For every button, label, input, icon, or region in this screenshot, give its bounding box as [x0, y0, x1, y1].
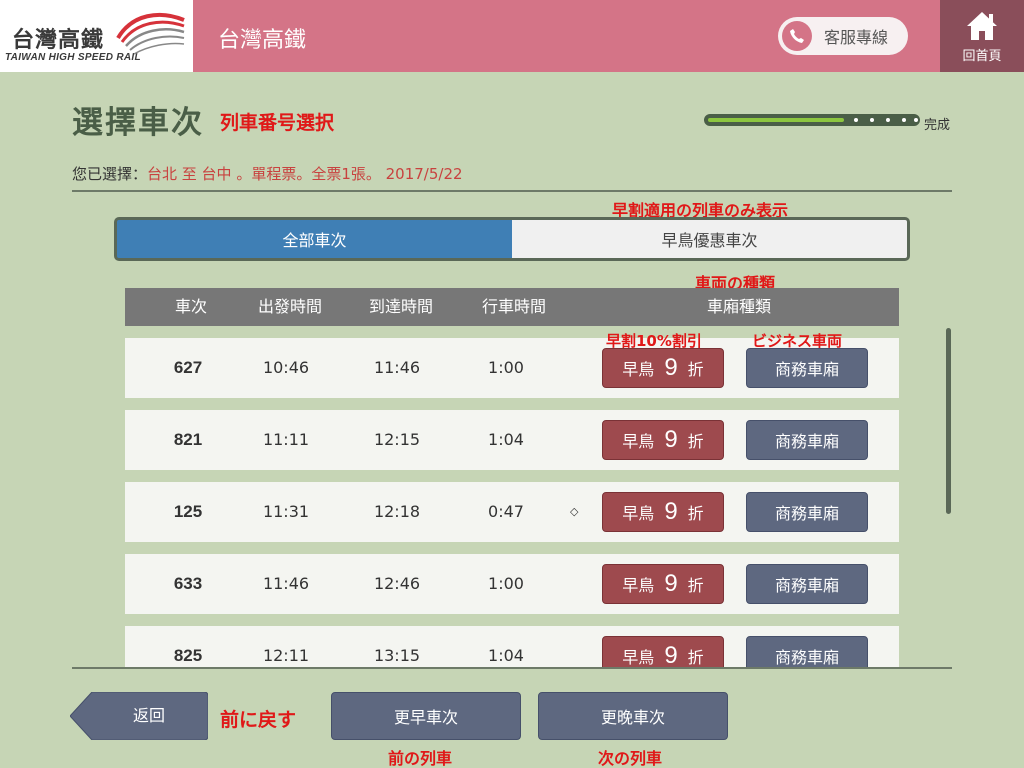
thsr-logo[interactable]: 台灣高鐵 TAIWAN HIGH SPEED RAIL: [0, 0, 193, 72]
home-label: 回首頁: [962, 49, 1002, 64]
discount-unit: 折: [687, 648, 704, 667]
selection-summary: 您已選擇：台北 至 台中 。單程票。全票1張。 2017/5/22: [72, 163, 463, 184]
header-departure-time: 出發時間: [258, 297, 323, 316]
back-label: 返回: [132, 706, 165, 725]
discount-number: 9: [664, 642, 678, 667]
departure-time: 10:46: [262, 358, 310, 377]
progress-complete-label: 完成: [924, 118, 951, 133]
table-row[interactable]: 633 11:46 12:46 1:00 早鳥 9 折 商務車廂: [125, 554, 899, 614]
travel-duration: 1:00: [488, 574, 524, 593]
tab-early-bird-trains[interactable]: 早鳥優惠車次: [512, 220, 907, 258]
table-row[interactable]: 825 12:11 13:15 1:04 早鳥 9 折 商務車廂: [125, 626, 899, 667]
header-arrival-time: 到達時間: [369, 297, 434, 316]
train-filter-tabs: 全部車次 早鳥優惠車次: [114, 217, 910, 261]
discount-number: 9: [664, 426, 678, 453]
discount-number: 9: [664, 498, 678, 525]
divider: [72, 667, 952, 669]
departure-time: 12:11: [262, 646, 310, 665]
phone-icon: [782, 21, 812, 51]
arrival-time: 13:15: [373, 646, 421, 665]
earlier-annotation: 前の列車: [388, 749, 453, 768]
divider: [72, 190, 952, 192]
thsr-logo-icon: [116, 12, 185, 55]
back-annotation: 前に戻す: [220, 709, 297, 731]
early-bird-label: 早鳥: [622, 432, 655, 451]
discount-number: 9: [664, 570, 678, 597]
home-button[interactable]: 回首頁: [940, 0, 1024, 72]
selection-value: 台北 至 台中 。單程票。全票1張。 2017/5/22: [147, 165, 463, 183]
later-trains-button[interactable]: 更晚車次: [538, 692, 728, 740]
progress-bar: [704, 114, 920, 126]
page-title: 選擇車次: [72, 105, 204, 141]
arrival-time: 12:46: [373, 574, 421, 593]
header-car-type: 車廂種類: [707, 297, 772, 316]
departure-time: 11:31: [262, 502, 310, 521]
departure-time: 11:46: [262, 574, 310, 593]
train-number: 125: [173, 502, 203, 521]
train-number: 825: [173, 646, 203, 665]
progress-step-dot: [902, 118, 906, 122]
arrival-time: 12:18: [373, 502, 421, 521]
early-bird-label: 早鳥: [622, 360, 655, 379]
customer-service-button[interactable]: 客服專線: [778, 17, 908, 55]
departure-time: 11:11: [262, 430, 310, 449]
early-bird-fare-button[interactable]: 早鳥 9 折: [602, 564, 724, 604]
early-bird-fare-button[interactable]: 早鳥 9 折: [602, 420, 724, 460]
table-row[interactable]: 125 11:31 12:18 0:47 ◇ 早鳥 9 折 商務車廂: [125, 482, 899, 542]
header-duration: 行車時間: [482, 297, 547, 316]
progress-step-dot: [854, 118, 858, 122]
progress-step-dot: [914, 118, 918, 122]
early-discount-annotation: 早割10%割引: [606, 332, 702, 350]
arrival-time: 12:15: [373, 430, 421, 449]
travel-duration: 0:47: [488, 502, 524, 521]
later-annotation: 次の列車: [598, 749, 663, 768]
business-class-button[interactable]: 商務車廂: [746, 492, 868, 532]
business-class-button[interactable]: 商務車廂: [746, 348, 868, 388]
business-class-button[interactable]: 商務車廂: [746, 564, 868, 604]
customer-service-label: 客服專線: [824, 28, 889, 47]
train-number: 633: [173, 574, 203, 593]
logo-chinese-text: 台灣高鐵: [12, 28, 105, 53]
title-annotation: 列車番号選択: [220, 112, 335, 134]
business-class-button[interactable]: 商務車廂: [746, 636, 868, 667]
early-bird-fare-button[interactable]: 早鳥 9 折: [602, 492, 724, 532]
earlier-trains-button[interactable]: 更早車次: [331, 692, 521, 740]
selection-prefix: 您已選擇：: [72, 165, 148, 183]
header-bar: 台灣高鐵 TAIWAN HIGH SPEED RAIL 台灣高鐵 客服專線 回首…: [0, 0, 1024, 72]
app-title: 台灣高鐵: [218, 28, 307, 53]
early-bird-fare-button[interactable]: 早鳥 9 折: [602, 348, 724, 388]
table-header: 車次 出發時間 到達時間 行車時間 車廂種類: [125, 288, 899, 326]
early-bird-label: 早鳥: [622, 576, 655, 595]
tab-all-trains[interactable]: 全部車次: [117, 220, 512, 258]
table-row[interactable]: 821 11:11 12:15 1:04 早鳥 9 折 商務車廂: [125, 410, 899, 470]
discount-unit: 折: [687, 360, 704, 379]
discount-unit: 折: [687, 576, 704, 595]
business-class-button[interactable]: 商務車廂: [746, 420, 868, 460]
train-list[interactable]: 627 10:46 11:46 1:00 早鳥 9 折 商務車廂 821 11:…: [0, 326, 1024, 667]
travel-duration: 1:04: [488, 646, 524, 665]
train-number: 821: [173, 430, 203, 449]
progress-fill: [708, 118, 844, 122]
list-scrollbar[interactable]: [946, 328, 951, 514]
discount-unit: 折: [687, 504, 704, 523]
early-bird-label: 早鳥: [622, 504, 655, 523]
arrival-time: 11:46: [373, 358, 421, 377]
business-car-annotation: ビジネス車両: [752, 332, 843, 350]
special-train-marker: ◇: [570, 505, 579, 518]
travel-duration: 1:00: [488, 358, 524, 377]
progress-step-dot: [870, 118, 874, 122]
early-bird-fare-button[interactable]: 早鳥 9 折: [602, 636, 724, 667]
early-bird-label: 早鳥: [622, 648, 655, 667]
discount-number: 9: [664, 354, 678, 381]
home-icon: [967, 12, 997, 40]
progress-step-dot: [886, 118, 890, 122]
travel-duration: 1:04: [488, 430, 524, 449]
back-button[interactable]: 返回: [70, 692, 208, 740]
discount-unit: 折: [687, 432, 704, 451]
train-number: 627: [173, 358, 203, 377]
header-train-number: 車次: [175, 297, 208, 316]
